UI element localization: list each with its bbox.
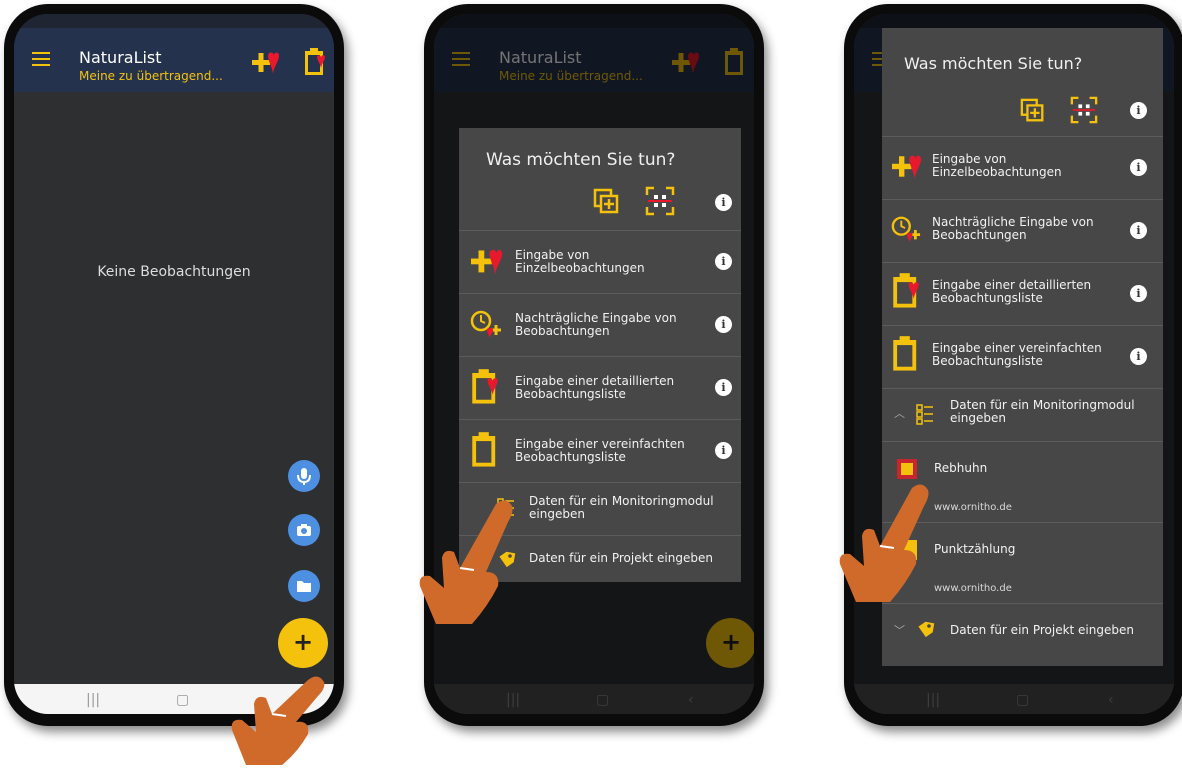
monitoring-list-icon [916,404,933,425]
chevron-up-icon[interactable]: ︿ [894,405,905,421]
main-content: Keine Beobachtungen [14,92,334,684]
app-title: NaturaList [79,48,162,67]
info-icon[interactable]: i [715,253,732,270]
option-label: Eingabe einer vereinfachten Beobachtungsl… [515,437,685,464]
menu-icon[interactable] [32,52,50,66]
clipboard-icon [472,432,496,467]
dialog-option-monitoring-expanded[interactable]: ︿ Daten für ein Monitoringmodul eingeben [882,388,1163,441]
option-label: Daten für ein Monitoringmodul eingeben [950,398,1135,425]
info-icon[interactable]: i [715,316,732,333]
info-icon[interactable]: i [1130,102,1147,119]
dialog-option-simple-list[interactable]: Eingabe einer vereinfachten Beobachtungsl… [882,325,1163,388]
clipboard-icon [893,336,917,371]
copy-add-icon[interactable] [1020,98,1046,124]
dialog-option-simple-list[interactable]: Eingabe einer vereinfachten Beobachtungsl… [459,419,741,482]
empty-state-text: Keine Beobachtungen [97,264,251,280]
info-icon[interactable]: i [715,379,732,396]
info-icon[interactable]: i [1130,285,1147,302]
clock-plus-icon [891,216,921,243]
folder-icon [297,581,311,592]
dialog-title: Was möchten Sie tun? [486,150,676,170]
screen-dialog-expanded: NaturaList ||| ▢ ‹ Was möchten Sie tun? … [854,14,1174,714]
option-label: Eingabe einer detaillierten Beobachtungsl… [515,374,675,401]
info-icon[interactable]: i [1130,222,1147,239]
tag-icon [918,621,935,638]
clipboard-heart-icon [893,273,919,308]
dialog-option-retro[interactable]: Nachträgliche Eingabe von Beobachtungen i [882,199,1163,262]
status-bar [14,14,334,28]
plus-heart-icon [471,249,503,275]
option-label: Eingabe einer vereinfachten Beobachtungsl… [932,341,1102,368]
option-label: Nachträgliche Eingabe von Beobachtungen [932,215,1094,242]
screen-main: NaturaList Meine zu übertragend... Keine… [14,14,334,714]
dialog-option-single[interactable]: Eingabe von Einzelbeobachtungen i [882,136,1163,199]
option-label: Daten für ein Projekt eingeben [529,551,713,565]
submodule-name: Punktzählung [934,542,1016,556]
folder-button[interactable] [288,570,320,602]
option-label: Eingabe einer detaillierten Beobachtungsl… [932,278,1092,305]
info-icon[interactable]: i [1130,159,1147,176]
camera-button[interactable] [288,514,320,546]
tap-hand-icon [839,484,929,602]
home-icon[interactable]: ▢ [176,692,189,708]
submodule-url: www.ornitho.de [934,502,1012,513]
option-label: Daten für ein Monitoringmodul eingeben [529,494,714,521]
qr-scan-icon[interactable] [645,186,675,216]
dialog-option-retro[interactable]: Nachträgliche Eingabe von Beobachtungen i [459,293,741,356]
copy-add-icon[interactable] [593,188,621,216]
phone-3: NaturaList ||| ▢ ‹ Was möchten Sie tun? … [844,4,1182,726]
plus-heart-icon[interactable] [251,50,279,76]
option-label: Eingabe von Einzelbeobachtungen [932,152,1062,179]
info-icon[interactable]: i [715,442,732,459]
microphone-icon [297,468,311,485]
info-icon[interactable]: i [715,194,732,211]
microphone-button[interactable] [288,460,320,492]
qr-scan-icon[interactable] [1070,96,1098,124]
plus-heart-icon [892,155,922,179]
dialog-title: Was möchten Sie tun? [904,54,1083,73]
dialog-option-single[interactable]: Eingabe von Einzelbeobachtungen i [459,230,741,293]
option-label: Daten für ein Projekt eingeben [950,623,1134,637]
option-label: Nachträgliche Eingabe von Beobachtungen [515,311,677,338]
app-bar: NaturaList Meine zu übertragend... [14,28,334,92]
tap-hand-icon [419,500,513,624]
info-icon[interactable]: i [1130,348,1147,365]
clipboard-heart-icon[interactable] [304,48,326,76]
phone-1: NaturaList Meine zu übertragend... Keine… [4,4,344,726]
clock-plus-icon [470,310,501,338]
tap-hand-icon [231,676,325,765]
app-subtitle: Meine zu übertragend... [79,69,223,83]
clipboard-heart-icon [472,369,498,404]
camera-icon [297,524,311,536]
dialog-option-detailed-list[interactable]: Eingabe einer detaillierten Beobachtungsl… [882,262,1163,325]
dialog-option-project[interactable]: ﹀ Daten für ein Projekt eingeben [882,603,1163,667]
chevron-down-icon[interactable]: ﹀ [894,622,905,638]
recent-apps-icon[interactable]: ||| [86,692,100,708]
dialog-option-detailed-list[interactable]: Eingabe einer detaillierten Beobachtungsl… [459,356,741,419]
option-label: Eingabe von Einzelbeobachtungen [515,248,645,275]
submodule-url: www.ornitho.de [934,583,1012,594]
submodule-name: Rebhuhn [934,461,988,475]
